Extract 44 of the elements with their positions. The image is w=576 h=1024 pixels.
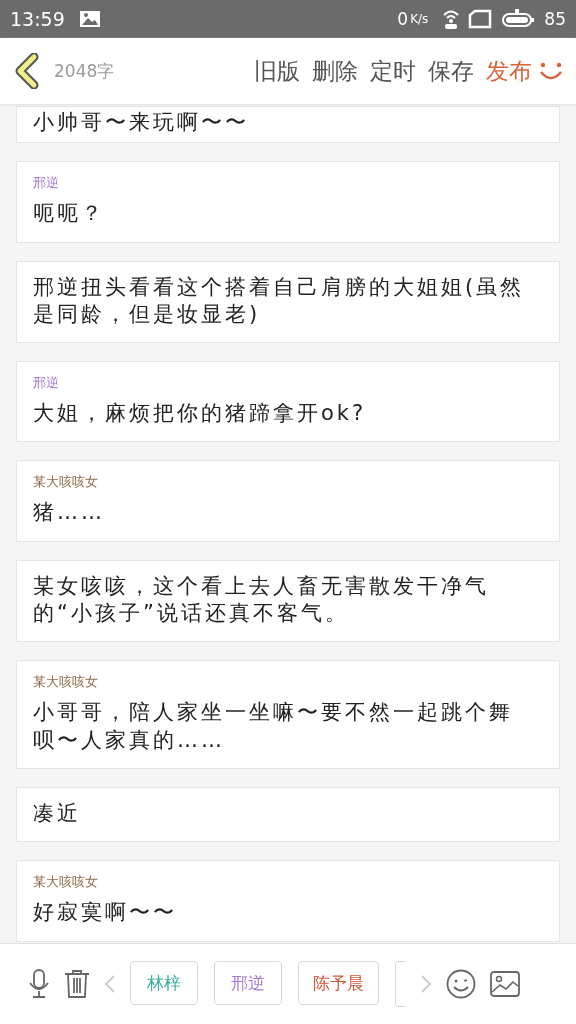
toolbar-action[interactable]: 定时 <box>364 55 422 87</box>
role-tag[interactable]: 陈予晨 <box>298 961 379 1005</box>
microphone-icon[interactable] <box>28 969 50 999</box>
speaker-name: 某大咳咳女 <box>33 473 98 492</box>
clock: 13:59 <box>10 8 65 30</box>
smiley-icon <box>538 60 564 82</box>
word-count: 2048字 <box>54 59 115 83</box>
trash-icon[interactable] <box>64 969 90 999</box>
paragraph-text: 大姐，麻烦把你的猪蹄拿开ok? <box>33 400 368 428</box>
speaker-name: 邢逆 <box>33 174 59 193</box>
paragraph-card[interactable]: 某大咳咳女 猪…… <box>16 460 560 542</box>
image-icon <box>78 10 101 28</box>
speaker-name: 邢逆 <box>33 374 59 393</box>
paragraph-card[interactable]: 邢逆 呃呃？ <box>16 161 560 243</box>
battery-icon <box>500 8 537 30</box>
speaker-name: 某大咳咳女 <box>33 673 98 692</box>
paragraph-card[interactable]: 某女咳咳，这个看上去人畜无害散发干净气的“小孩子”说话还真不客气。 <box>16 559 560 643</box>
paragraph-text: 小哥哥，陪人家坐一坐嘛〜要不然一起跳个舞呗〜人家真的…… <box>33 699 514 754</box>
back-button[interactable] <box>14 53 40 89</box>
battery-level: 85 <box>544 9 566 29</box>
toolbar-action[interactable]: 删除 <box>306 55 364 87</box>
speaker-name: 某大咳咳女 <box>33 873 98 892</box>
image-icon[interactable] <box>490 971 520 997</box>
paragraph-card[interactable]: 邢逆 大姐，麻烦把你的猪蹄拿开ok? <box>16 361 560 443</box>
paragraph-card[interactable]: 某大咳咳女 小哥哥，陪人家坐一坐嘛〜要不然一起跳个舞呗〜人家真的…… <box>16 660 560 769</box>
network-speed: 0 <box>397 9 409 29</box>
paragraph-card[interactable]: 小帅哥〜来玩啊〜〜 <box>16 106 560 144</box>
toolbar-action[interactable]: 旧版 <box>248 55 306 87</box>
speed-unit: K/s <box>410 12 429 26</box>
paragraph-text: 呃呃？ <box>33 200 106 228</box>
toolbar-action[interactable]: 保存 <box>422 55 480 87</box>
publish-button[interactable]: 发布 <box>480 55 538 87</box>
sim-card-icon <box>468 9 493 29</box>
paragraph-text: 好寂寞啊〜〜 <box>33 899 178 927</box>
paragraph-text: 某女咳咳，这个看上去人畜无害散发干净气的“小孩子”说话还真不客气。 <box>33 572 490 628</box>
paragraph-card[interactable]: 凑近 <box>16 786 560 843</box>
emoji-icon[interactable] <box>446 969 476 999</box>
paragraph-text: 小帅哥〜来玩啊〜〜 <box>33 109 250 136</box>
paragraph-text: 邢逆扭头看看这个搭着自己肩膀的大姐姐(虽然是同龄，但是妆显老) <box>33 273 526 328</box>
paragraph-card[interactable]: 某大咳咳女 好寂寞啊〜〜 <box>16 860 560 942</box>
paragraph-text: 凑近 <box>33 799 82 827</box>
paragraph-text: 猪…… <box>33 499 106 527</box>
wifi-icon <box>442 8 461 30</box>
paragraph-card[interactable]: 邢逆扭头看看这个搭着自己肩膀的大姐姐(虽然是同龄，但是妆显老) <box>16 260 560 344</box>
